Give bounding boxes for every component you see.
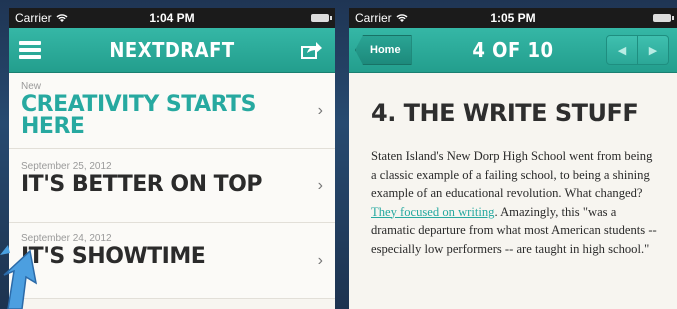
arrow-icon	[0, 245, 38, 309]
menu-icon[interactable]	[19, 41, 41, 59]
prev-next-control: ◀ ▶	[606, 35, 669, 65]
list-item[interactable]: September 25, 2012 IT'S BETTER ON TOP ›	[9, 149, 335, 223]
share-icon[interactable]	[301, 41, 323, 59]
article-title: 4. THE WRITE STUFF	[371, 99, 639, 127]
item-date: New	[21, 81, 42, 92]
nav-bar: Home 4 OF 10 ◀ ▶	[349, 28, 677, 73]
chevron-right-icon: ›	[317, 176, 323, 194]
item-headline: CREATIVITY STARTS HERE	[21, 92, 256, 139]
home-button[interactable]: Home	[355, 35, 412, 65]
next-button[interactable]: ▶	[638, 35, 669, 65]
phone-right: Carrier 1:05 PM Home 4 OF 10 ◀ ▶ 4. THE …	[349, 8, 677, 309]
status-bar: Carrier 1:05 PM	[349, 8, 677, 28]
battery-icon	[311, 14, 332, 22]
status-time: 1:05 PM	[490, 11, 536, 25]
list-item[interactable]: New CREATIVITY STARTS HERE ›	[9, 73, 335, 149]
prev-button[interactable]: ◀	[606, 35, 638, 65]
article-body: Staten Island's New Dorp High School wen…	[371, 147, 659, 258]
item-headline: IT'S SHOWTIME	[21, 244, 206, 269]
status-bar: Carrier 1:04 PM	[9, 8, 335, 28]
nav-bar: NEXTDRAFT	[9, 28, 335, 73]
body-text: Staten Island's New Dorp High School wen…	[371, 149, 653, 200]
status-time: 1:04 PM	[149, 11, 195, 25]
item-date: September 25, 2012	[21, 161, 112, 172]
chevron-right-icon: ›	[317, 251, 323, 269]
chevron-right-icon: ›	[317, 101, 323, 119]
article-link[interactable]: They focused on writing	[371, 205, 494, 219]
item-headline: IT'S BETTER ON TOP	[21, 172, 262, 197]
battery-icon	[653, 14, 674, 22]
item-date: September 24, 2012	[21, 233, 112, 244]
article: 4. THE WRITE STUFF Staten Island's New D…	[349, 73, 677, 258]
app-title: NEXTDRAFT	[109, 38, 235, 62]
